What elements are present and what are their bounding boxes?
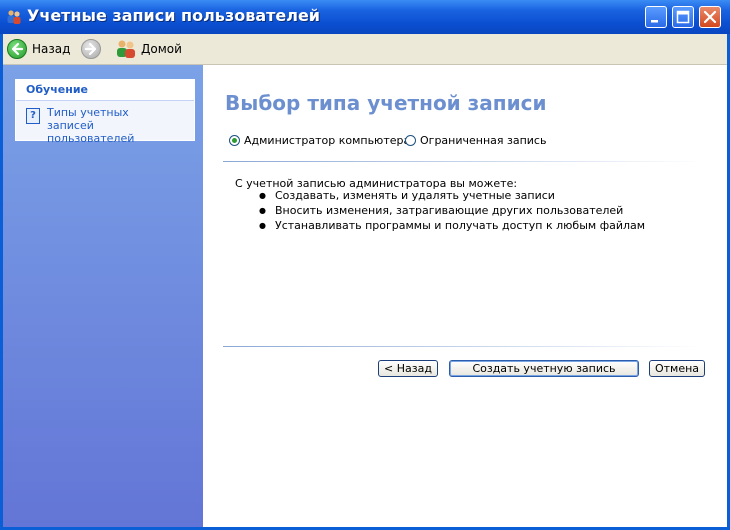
list-item: Устанавливать программы и получать досту… — [259, 219, 645, 234]
account-types-link-label: Типы учетных записей пользователей — [47, 106, 135, 145]
main-panel: Выбор типа учетной записи Администратор … — [203, 65, 727, 527]
close-icon — [703, 10, 717, 24]
forward-button[interactable] — [81, 38, 106, 60]
maximize-button[interactable] — [672, 6, 694, 28]
cancel-button[interactable]: Отмена — [649, 360, 705, 377]
list-item: Вносить изменения, затрагивающие других … — [259, 204, 645, 219]
account-types-link[interactable]: ? Типы учетных записей пользователей — [26, 106, 175, 145]
admin-radio-label: Администратор компьютера — [244, 134, 411, 147]
minimize-button[interactable] — [645, 6, 667, 28]
limited-radio-label: Ограниченная запись — [420, 134, 547, 147]
back-arrow-icon — [7, 39, 27, 59]
minimize-icon — [651, 20, 658, 23]
forward-arrow-icon — [81, 39, 101, 59]
learn-panel-title: Обучение — [16, 80, 194, 101]
toolbar: Назад Домой — [3, 34, 727, 65]
bottom-separator — [223, 346, 705, 347]
content-area: Обучение ? Типы учетных записей пользова… — [3, 65, 727, 527]
limited-radio-option[interactable]: Ограниченная запись — [405, 134, 546, 147]
top-separator — [223, 161, 705, 162]
create-account-button[interactable]: Создать учетную запись — [449, 360, 639, 377]
back-button[interactable]: Назад — [7, 38, 70, 60]
list-item: Создавать, изменять и удалять учетные за… — [259, 189, 645, 204]
title-bar[interactable]: Учетные записи пользователей — [0, 0, 730, 34]
maximize-icon — [676, 10, 690, 24]
window-title: Учетные записи пользователей — [27, 6, 321, 25]
back-label: Назад — [32, 42, 71, 56]
page-title: Выбор типа учетной записи — [225, 91, 547, 115]
help-icon: ? — [26, 108, 40, 124]
learn-panel: Обучение ? Типы учетных записей пользова… — [15, 79, 195, 145]
admin-radio-option[interactable]: Администратор компьютера — [229, 134, 410, 147]
limited-radio[interactable] — [405, 135, 416, 146]
capabilities-list: Создавать, изменять и удалять учетные за… — [259, 189, 645, 234]
close-button[interactable] — [699, 6, 721, 28]
home-users-icon — [115, 39, 137, 59]
sidebar: Обучение ? Типы учетных записей пользова… — [3, 65, 203, 527]
home-button[interactable]: Домой — [115, 38, 182, 60]
app-window: Учетные записи пользователей Назад Домой… — [0, 0, 730, 530]
admin-radio[interactable] — [229, 135, 240, 146]
home-label: Домой — [141, 42, 182, 56]
back-step-button[interactable]: < Назад — [378, 360, 438, 377]
users-icon — [6, 9, 22, 25]
